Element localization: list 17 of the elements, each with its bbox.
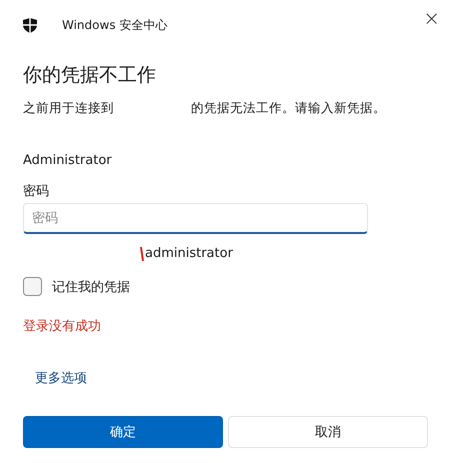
window-title: Windows 安全中心: [62, 16, 168, 34]
username-text: Administrator: [23, 153, 113, 168]
dialog-heading: 你的凭据不工作: [23, 63, 157, 88]
remember-checkbox[interactable]: [23, 277, 42, 296]
remember-label: 记住我的凭据: [52, 278, 130, 296]
account-name-text: administrator: [145, 246, 233, 261]
description-text: 的凭据无法工作。请输入新凭据。: [191, 100, 386, 117]
error-message: 登录没有成功: [23, 318, 101, 335]
ok-button[interactable]: 确定: [23, 416, 223, 448]
description-text: 之前用于连接到: [23, 100, 114, 117]
slash-mark-icon: [140, 246, 144, 260]
shield-icon: [23, 18, 37, 32]
password-label: 密码: [23, 183, 50, 200]
password-field[interactable]: 密码: [23, 203, 368, 234]
close-button[interactable]: ×: [419, 6, 444, 30]
cancel-button[interactable]: 取消: [228, 416, 428, 448]
more-options-link[interactable]: 更多选项: [35, 369, 87, 387]
